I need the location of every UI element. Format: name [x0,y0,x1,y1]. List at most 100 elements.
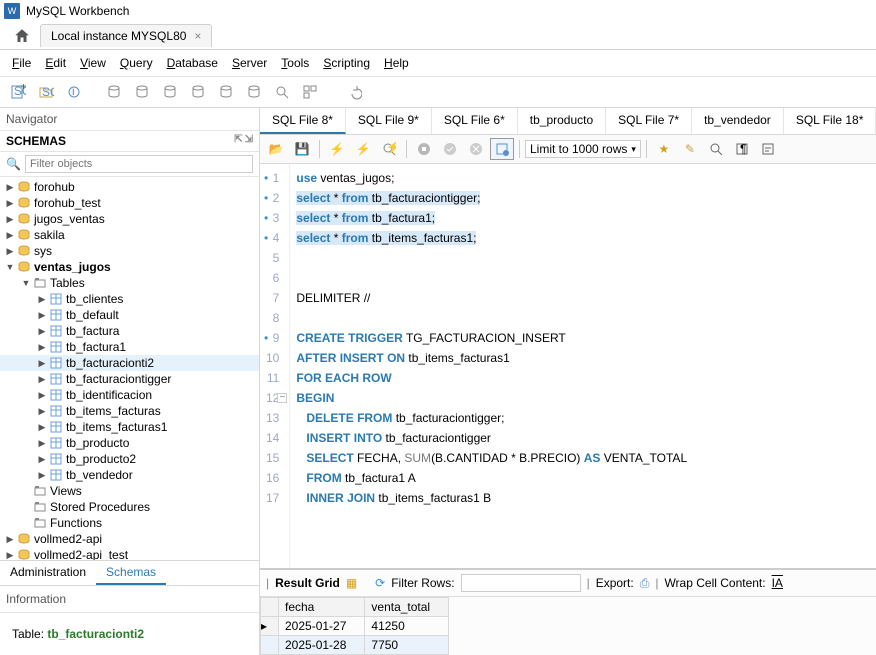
schemas-header: SCHEMAS ⇱ ⇲ [0,131,259,152]
tree-item[interactable]: ▶tb_default [0,307,259,323]
expand-icon[interactable]: ⇲ [245,134,253,148]
stop-icon[interactable] [412,138,436,160]
table-row[interactable]: 2025-01-287750 [261,636,449,655]
open-file-icon[interactable]: 📂 [264,138,288,160]
sql-tab[interactable]: SQL File 8* [260,108,346,134]
tree-item[interactable]: ▶jugos_ventas [0,211,259,227]
tree-item[interactable]: ▶tb_factura1 [0,339,259,355]
result-toolbar: | Result Grid ▦ ⟳ Filter Rows: | Export:… [260,570,876,597]
new-sql-tab-button[interactable]: SQL+ [6,81,30,103]
tree-item[interactable]: ▶forohub_test [0,195,259,211]
tree-item[interactable]: Functions [0,515,259,531]
tree-item[interactable]: ▶vollmed2-api_test [0,547,259,560]
tree-item[interactable]: ▶tb_items_facturas [0,403,259,419]
menu-database[interactable]: Database [161,54,224,72]
sql-tab[interactable]: SQL File 6* [432,108,518,134]
menu-server[interactable]: Server [226,54,273,72]
wrap-cell-icon[interactable]: IA [772,576,783,590]
tree-label: Views [50,484,82,498]
collapse-icon[interactable]: ⇱ [234,134,242,148]
sql-tab[interactable]: SQL File 7* [606,108,692,134]
information-header-label: Information [6,592,66,606]
tab-administration[interactable]: Administration [0,561,96,585]
sql-tab[interactable]: SQL File 9* [346,108,432,134]
navigator-title: Navigator [6,112,57,126]
menu-help[interactable]: Help [378,54,415,72]
tree-item[interactable]: ▶sys [0,243,259,259]
tree-item[interactable]: Stored Procedures [0,499,259,515]
home-icon[interactable] [12,26,32,46]
tree-label: forohub [34,180,75,194]
menu-tools[interactable]: Tools [275,54,315,72]
wrap-icon[interactable] [756,138,780,160]
tb-db4[interactable] [186,81,210,103]
menu-scripting[interactable]: Scripting [317,54,376,72]
sql-tab[interactable]: tb_producto [518,108,606,134]
execute-icon[interactable]: ⚡ [325,138,349,160]
schema-tree[interactable]: ▶forohub▶forohub_test▶jugos_ventas▶sakil… [0,177,259,560]
column-header[interactable]: fecha [279,598,365,617]
menu-query[interactable]: Query [114,54,159,72]
tb-search[interactable] [270,81,294,103]
tree-label: jugos_ventas [34,212,105,226]
inspector-button[interactable]: i [62,81,86,103]
main-toolbar: SQL+ SQL i [0,77,876,108]
tree-label: Stored Procedures [50,500,150,514]
table-row[interactable]: ▸2025-01-2741250 [261,617,449,636]
tb-db1[interactable] [102,81,126,103]
tree-item[interactable]: ▶tb_items_facturas1 [0,419,259,435]
limit-label: Limit to 1000 rows [530,142,627,156]
sql-tab[interactable]: SQL File 18* [784,108,876,134]
save-icon[interactable]: 💾 [290,138,314,160]
export-label: Export: [596,576,634,590]
column-header[interactable]: venta_total [365,598,449,617]
result-grid[interactable]: fechaventa_total ▸2025-01-27412502025-01… [260,597,449,655]
export-icon[interactable]: ⎙ [640,576,650,591]
tb-db5[interactable] [214,81,238,103]
sql-tab[interactable]: tb_vendedor [692,108,784,134]
tree-item[interactable]: ▶tb_producto [0,435,259,451]
favorite-icon[interactable]: ★ [652,138,676,160]
tree-item[interactable]: ▼Tables [0,275,259,291]
grid-view-icon[interactable]: ▦ [346,576,357,590]
execute-step-icon[interactable]: ⚡ [351,138,375,160]
tree-item[interactable]: Views [0,483,259,499]
tree-item[interactable]: ▶forohub [0,179,259,195]
tb-db2[interactable] [130,81,154,103]
sql-editor[interactable]: 123456789101112−1314151617 use ventas_ju… [260,164,876,568]
menu-view[interactable]: View [74,54,112,72]
menu-edit[interactable]: Edit [39,54,72,72]
find-icon[interactable] [704,138,728,160]
tb-dashboard[interactable] [298,81,322,103]
filter-rows-input[interactable] [461,574,581,592]
close-icon[interactable]: × [194,29,201,43]
beautify-icon[interactable]: ✎ [678,138,702,160]
tb-revert[interactable] [342,81,366,103]
tree-item[interactable]: ▶tb_identificacion [0,387,259,403]
tb-db3[interactable] [158,81,182,103]
explain-icon[interactable]: ⚡ [377,138,401,160]
connection-tab[interactable]: Local instance MYSQL80 × [40,24,212,47]
tree-label: forohub_test [34,196,101,210]
tree-item[interactable]: ▶tb_clientes [0,291,259,307]
refresh-icon[interactable]: ⟳ [375,576,385,590]
menu-file[interactable]: File [6,54,37,72]
tree-item[interactable]: ▶tb_factura [0,323,259,339]
tb-db6[interactable] [242,81,266,103]
tree-item[interactable]: ▼ventas_jugos [0,259,259,275]
navigator-header: Navigator [0,108,259,131]
toggle-invisible-icon[interactable]: ¶ [730,138,754,160]
tree-item[interactable]: ▶tb_producto2 [0,451,259,467]
svg-text:SQL: SQL [42,85,54,99]
tab-schemas[interactable]: Schemas [96,561,166,585]
tree-item[interactable]: ▶vollmed2-api [0,531,259,547]
tree-item[interactable]: ▶tb_vendedor [0,467,259,483]
open-sql-button[interactable]: SQL [34,81,58,103]
result-panel: | Result Grid ▦ ⟳ Filter Rows: | Export:… [260,568,876,655]
tree-item[interactable]: ▶tb_facturaciontigger [0,371,259,387]
filter-input[interactable] [25,155,253,173]
tree-item[interactable]: ▶sakila [0,227,259,243]
limit-rows-combo[interactable]: Limit to 1000 rows ▾ [525,140,641,158]
autocommit-icon[interactable] [490,138,514,160]
tree-item[interactable]: ▶tb_facturacionti2 [0,355,259,371]
